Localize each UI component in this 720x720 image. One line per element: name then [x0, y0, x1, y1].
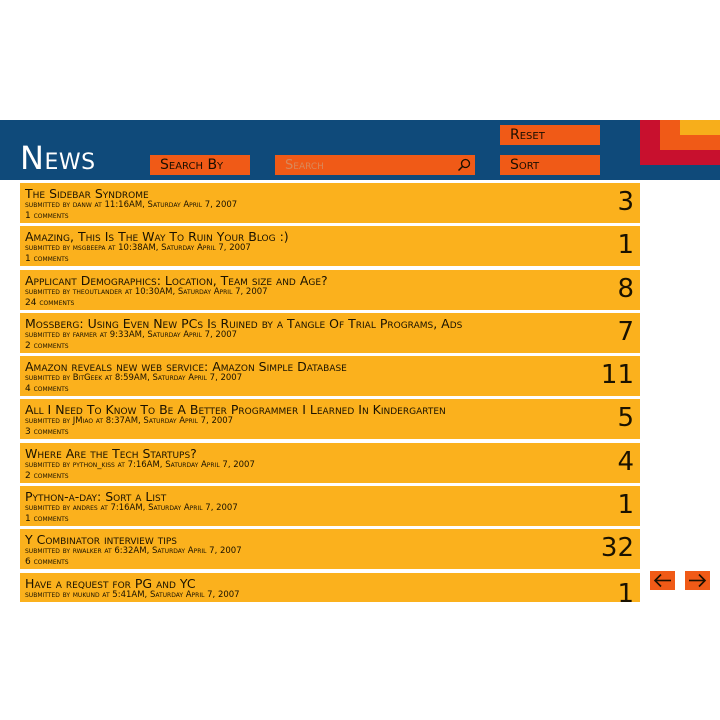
- corner-decoration-yellow: [680, 120, 720, 135]
- search-box: [275, 155, 475, 175]
- arrow-right-icon: [689, 573, 707, 588]
- next-page-button[interactable]: [685, 571, 710, 590]
- news-item-comments-link[interactable]: 3 comments: [25, 427, 69, 437]
- news-item[interactable]: Y Combinator interview tips submitted by…: [20, 529, 640, 570]
- reset-button[interactable]: Reset: [500, 125, 600, 145]
- news-item-submitted: submitted by farmer at 9:33AM, Saturday …: [25, 329, 238, 340]
- search-by-button[interactable]: Search By: [150, 155, 250, 175]
- page-title: News: [20, 139, 96, 177]
- news-item[interactable]: Where Are the Tech Startups? submitted b…: [20, 442, 640, 483]
- previous-page-button[interactable]: [650, 571, 675, 590]
- news-item-title[interactable]: The Sidebar Syndrome: [25, 186, 149, 201]
- header-bar: News Search By Reset Sort: [0, 120, 720, 180]
- news-item-score: 8: [617, 273, 634, 304]
- news-item-score: 11: [600, 360, 634, 391]
- news-item[interactable]: Amazon reveals new web service: Amazon S…: [20, 356, 640, 397]
- news-item-title[interactable]: Amazon reveals new web service: Amazon S…: [25, 359, 347, 374]
- news-item-title[interactable]: Mossberg: Using Even New PCs Is Ruined b…: [25, 316, 462, 331]
- news-item-submitted: submitted by andres at 7:16AM, Saturday …: [25, 503, 238, 514]
- search-icon[interactable]: [456, 157, 472, 173]
- news-list: The Sidebar Syndrome submitted by danw a…: [20, 183, 640, 605]
- news-item[interactable]: Amazing, This Is The Way To Ruin Your Bl…: [20, 226, 640, 267]
- news-item-title[interactable]: All I Need To Know To Be A Better Progra…: [25, 402, 446, 417]
- news-item[interactable]: Python-a-day: Sort a List submitted by a…: [20, 486, 640, 527]
- news-item-score: 32: [600, 533, 634, 564]
- news-item-score: 5: [617, 403, 634, 434]
- news-item-comments-link[interactable]: 4 comments: [25, 384, 69, 394]
- news-item-score: 1: [617, 490, 634, 521]
- news-item-score: 1: [617, 578, 634, 602]
- news-item-title[interactable]: Applicant Demographics: Location, Team s…: [25, 273, 328, 288]
- news-item-submitted: submitted by JMiao at 8:37AM, Saturday A…: [25, 416, 234, 427]
- news-item-comments-link[interactable]: 1 comments: [25, 514, 69, 524]
- news-item[interactable]: Have a request for PG and YC submitted b…: [20, 572, 640, 602]
- news-item-submitted: submitted by python_kiss at 7:16AM, Satu…: [25, 459, 255, 470]
- news-item-submitted: submitted by msgbeepa at 10:38AM, Saturd…: [25, 243, 251, 254]
- news-item[interactable]: The Sidebar Syndrome submitted by danw a…: [20, 183, 640, 223]
- arrow-left-icon: [653, 573, 671, 588]
- sort-button[interactable]: Sort: [500, 155, 600, 175]
- news-item[interactable]: Applicant Demographics: Location, Team s…: [20, 269, 640, 310]
- news-item[interactable]: All I Need To Know To Be A Better Progra…: [20, 399, 640, 440]
- news-item-title[interactable]: Amazing, This Is The Way To Ruin Your Bl…: [25, 229, 289, 244]
- news-item-submitted: submitted by danw at 11:16AM, Saturday A…: [25, 200, 238, 210]
- news-item-submitted: submitted by rwalker at 6:32AM, Saturday…: [25, 546, 242, 557]
- news-item-score: 7: [617, 316, 634, 347]
- news-item-title[interactable]: Have a request for PG and YC: [25, 576, 196, 591]
- news-item-score: 4: [617, 446, 634, 477]
- news-item-comments-link[interactable]: 1 comments: [25, 211, 69, 221]
- news-item[interactable]: Mossberg: Using Even New PCs Is Ruined b…: [20, 312, 640, 353]
- news-item-score: 3: [617, 187, 634, 217]
- news-item-title[interactable]: Where Are the Tech Startups?: [25, 446, 197, 461]
- news-item-submitted: submitted by theoutlander at 10:30AM, Sa…: [25, 286, 268, 297]
- news-item-comments-link[interactable]: 6 comments: [25, 557, 69, 567]
- news-item-comments-link[interactable]: 2 comments: [25, 471, 69, 481]
- news-item-score: 1: [617, 230, 634, 261]
- search-input[interactable]: [275, 155, 455, 175]
- news-item-title[interactable]: Y Combinator interview tips: [25, 532, 177, 547]
- news-item-submitted: submitted by mukund at 5:41AM, Saturday …: [25, 589, 240, 600]
- news-item-comments-link[interactable]: 24 comments: [25, 298, 74, 308]
- news-item-title[interactable]: Python-a-day: Sort a List: [25, 489, 166, 504]
- news-item-comments-link[interactable]: 2 comments: [25, 341, 69, 351]
- news-item-comments-link[interactable]: 1 comments: [25, 254, 69, 264]
- news-item-submitted: submitted by BitGeek at 8:59AM, Saturday…: [25, 373, 243, 384]
